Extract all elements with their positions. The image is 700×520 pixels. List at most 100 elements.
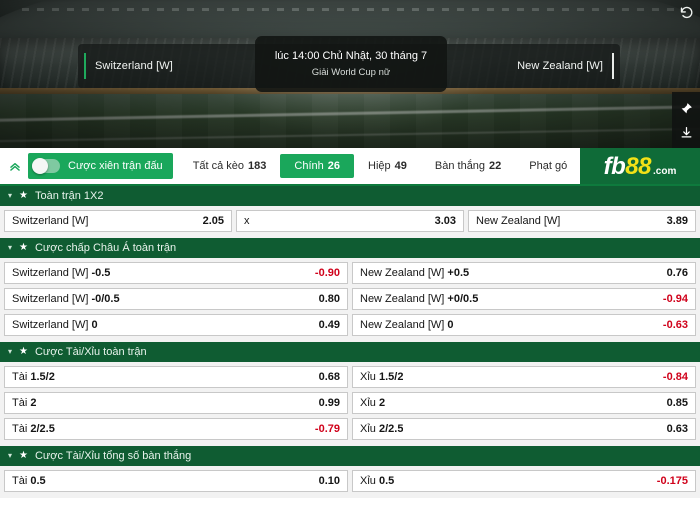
odds-selection[interactable]: Tài 2/2.5 -0.79 [4, 418, 348, 440]
odds-selection[interactable]: Switzerland [W] 0 0.49 [4, 314, 348, 336]
odds-selection-label: Tài 2 [12, 397, 36, 409]
market-body: Tài 0.5 0.10 Xỉu 0.5 -0.175 [0, 466, 700, 498]
market-tab-count: 26 [327, 160, 341, 172]
odds-selection[interactable]: Switzerland [W] 2.05 [4, 210, 232, 232]
odds-value: -0.94 [662, 293, 688, 305]
market-title: Cược chấp Châu Á toàn trận [34, 242, 177, 254]
market-header[interactable]: ▾ ★ Cược Tài/Xỉu tổng số bàn thắng [0, 446, 700, 466]
star-icon[interactable]: ★ [19, 191, 28, 201]
market-tab-count: 183 [248, 160, 267, 172]
odds-selection[interactable]: Tài 0.5 0.10 [4, 470, 348, 492]
odds-label-handicap: +0/0.5 [447, 293, 479, 305]
download-icon[interactable] [678, 124, 694, 140]
odds-value: -0.90 [314, 267, 340, 279]
market-tab-label: Chính [294, 160, 324, 172]
odds-selection-label: New Zealand [W] +0/0.5 [360, 293, 478, 305]
odds-selection[interactable]: Xỉu 2/2.5 0.63 [352, 418, 696, 440]
odds-label-text: New Zealand [W] [360, 293, 448, 305]
odds-label-text: Tài [12, 371, 31, 383]
star-icon[interactable]: ★ [19, 347, 28, 357]
logo-fb-text: fb [603, 153, 626, 180]
market-tab-count: 22 [489, 160, 502, 172]
odds-row: Tài 0.5 0.10 Xỉu 0.5 -0.175 [0, 468, 700, 494]
away-team-accent [612, 53, 614, 79]
market-tab-label: Tất cả kèo [192, 160, 245, 172]
odds-value: 0.99 [318, 397, 340, 409]
odds-label-text: Switzerland [W] [12, 293, 92, 305]
odds-value: 0.76 [666, 267, 688, 279]
odds-label-text: Switzerland [W] [12, 319, 92, 331]
odds-label-text: Tài [12, 475, 31, 487]
market-tab-label: Bàn thắng [434, 160, 486, 172]
odds-value: 0.63 [666, 423, 688, 435]
odds-selection-label: Switzerland [W] -0/0.5 [12, 293, 120, 305]
odds-label-handicap: 0 [447, 319, 454, 331]
odds-selection[interactable]: Tài 1.5/2 0.68 [4, 366, 348, 388]
chevron-down-icon[interactable]: ▾ [8, 244, 12, 252]
chevron-down-icon[interactable]: ▾ [8, 348, 12, 356]
odds-row: Tài 1.5/2 0.68 Xỉu 1.5/2 -0.84 [0, 364, 700, 390]
odds-selection[interactable]: New Zealand [W] +0/0.5 -0.94 [352, 288, 696, 310]
odds-row: Switzerland [W] 2.05 x 3.03 New Zealand [W] 3… [0, 208, 700, 234]
odds-value: 3.89 [666, 215, 688, 227]
odds-label-text: Xỉu [360, 475, 379, 487]
market-header[interactable]: ▾ ★ Cược chấp Châu Á toàn trận [0, 238, 700, 258]
odds-selection[interactable]: Tài 2 0.99 [4, 392, 348, 414]
odds-row: Switzerland [W] -0/0.5 0.80 New Zealand [W… [0, 286, 700, 312]
odds-selection[interactable]: New Zealand [W] +0.5 0.76 [352, 262, 696, 284]
match-league-name: Giải World Cup nữ [311, 67, 391, 78]
odds-selection-label: Xỉu 2 [360, 397, 385, 409]
star-icon[interactable]: ★ [19, 243, 28, 253]
match-info-panel: lúc 14:00 Chủ Nhật, 30 tháng 7 Giải Worl… [255, 36, 447, 92]
market-tab-2[interactable]: Hiệp 49 [354, 154, 421, 178]
odds-selection[interactable]: New Zealand [W] 0 -0.63 [352, 314, 696, 336]
market-tab-0[interactable]: Tất cả kèo 183 [179, 154, 281, 178]
market-tab-count: 49 [394, 160, 407, 172]
odds-value: 0.80 [318, 293, 340, 305]
odds-value: -0.63 [662, 319, 688, 331]
odds-selection-label: Xỉu 1.5/2 [360, 371, 403, 383]
odds-selection[interactable]: Xỉu 0.5 -0.175 [352, 470, 696, 492]
odds-value: 0.10 [318, 475, 340, 487]
chevron-up-icon[interactable] [4, 154, 26, 178]
pin-icon[interactable] [678, 100, 694, 116]
market-header[interactable]: ▾ ★ Cược Tài/Xỉu toàn trận [0, 342, 700, 362]
banner-tools [672, 92, 700, 148]
odds-selection[interactable]: New Zealand [W] 3.89 [468, 210, 696, 232]
odds-selection[interactable]: Switzerland [W] -0/0.5 0.80 [4, 288, 348, 310]
chevron-down-icon[interactable]: ▾ [8, 452, 12, 460]
odds-selection-label: Switzerland [W] -0.5 [12, 267, 110, 279]
odds-row: Tài 2 0.99 Xỉu 2 0.85 [0, 390, 700, 416]
odds-selection[interactable]: x 3.03 [236, 210, 464, 232]
odds-value: 0.85 [666, 397, 688, 409]
parlay-toggle-label: Cược xiên trận đấu [68, 160, 163, 172]
market-tab-1[interactable]: Chính 26 [280, 154, 355, 178]
odds-label-handicap: 0 [91, 319, 98, 331]
odds-selection-label: Xỉu 2/2.5 [360, 423, 403, 435]
odds-selection-label: New Zealand [W] [476, 215, 560, 227]
odds-value: 3.03 [434, 215, 456, 227]
markets-list: ▾ ★ Toàn trận 1X2 Switzerland [W] 2.05 x 3.03 N… [0, 186, 700, 498]
odds-selection[interactable]: Switzerland [W] -0.5 -0.90 [4, 262, 348, 284]
chevron-down-icon[interactable]: ▾ [8, 192, 12, 200]
odds-selection[interactable]: Xỉu 2 0.85 [352, 392, 696, 414]
parlay-switch-knob [32, 158, 48, 174]
odds-value: 0.49 [318, 319, 340, 331]
star-icon[interactable]: ★ [19, 451, 28, 461]
odds-selection[interactable]: Xỉu 1.5/2 -0.84 [352, 366, 696, 388]
odds-selection-label: Tài 1.5/2 [12, 371, 55, 383]
market-section: ▾ ★ Cược Tài/Xỉu tổng số bàn thắng Tài 0.5 0… [0, 446, 700, 498]
refresh-icon[interactable] [676, 2, 696, 22]
odds-label-handicap: 1.5/2 [30, 371, 55, 383]
market-tab-3[interactable]: Bàn thắng 22 [421, 154, 515, 178]
market-header[interactable]: ▾ ★ Toàn trận 1X2 [0, 186, 700, 206]
parlay-toggle[interactable]: Cược xiên trận đấu [28, 153, 173, 179]
odds-label-text: Xỉu [360, 371, 379, 383]
market-tab-4[interactable]: Phạt gó [515, 154, 581, 178]
fb88-logo[interactable]: fb 88 .com [580, 148, 700, 184]
parlay-switch[interactable] [32, 158, 60, 174]
odds-label-text: New Zealand [W] [476, 215, 561, 227]
odds-label-text: Switzerland [W] [12, 267, 92, 279]
market-tabs: Tất cả kèo 183 Chính 26 Hiệp 49 Bàn thắng 22 Phạ… [179, 148, 582, 184]
odds-row: Tài 2/2.5 -0.79 Xỉu 2/2.5 0.63 [0, 416, 700, 442]
